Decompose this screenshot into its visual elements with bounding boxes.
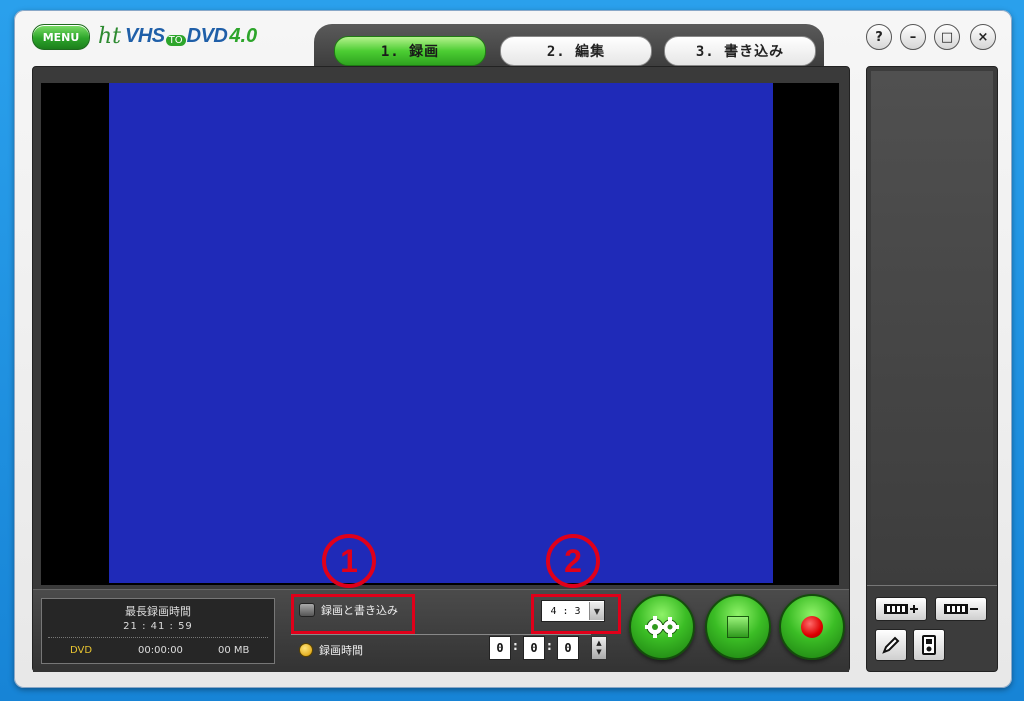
highlight-box-1 bbox=[291, 594, 415, 634]
time-colon: : bbox=[513, 639, 518, 653]
time-seconds-input[interactable]: 0 bbox=[557, 636, 579, 660]
app-logo: ht VHS TO DVD 4.0 bbox=[98, 22, 257, 50]
max-record-time-value: 21 : 41 : 59 bbox=[123, 621, 193, 632]
stop-button[interactable] bbox=[705, 594, 771, 660]
pencil-icon bbox=[882, 636, 900, 654]
time-minutes-input[interactable]: 0 bbox=[523, 636, 545, 660]
edit-button[interactable] bbox=[875, 629, 907, 661]
logo-vhs: VHS bbox=[125, 24, 165, 47]
disc-type: DVD bbox=[70, 645, 93, 656]
film-plus-icon bbox=[884, 604, 918, 614]
clip-side-panel bbox=[866, 66, 998, 672]
radio-icon bbox=[299, 643, 313, 657]
arrow-down-icon[interactable]: ▼ bbox=[596, 648, 601, 657]
video-preview bbox=[41, 83, 839, 585]
stop-icon bbox=[727, 616, 749, 638]
tab-edit[interactable]: 2. 編集 bbox=[500, 36, 652, 66]
gear-icon bbox=[645, 616, 679, 638]
annotation-marker-2: 2 bbox=[546, 534, 600, 588]
device-icon bbox=[922, 635, 936, 655]
minimize-button[interactable]: – bbox=[900, 24, 926, 50]
recording-info-box: 最長録画時間 21 : 41 : 59 DVD 00:00:00 00 MB bbox=[41, 598, 275, 664]
settings-button[interactable] bbox=[629, 594, 695, 660]
main-panel: 最長録画時間 21 : 41 : 59 DVD 00:00:00 00 MB 録… bbox=[32, 66, 850, 672]
close-button[interactable]: × bbox=[970, 24, 996, 50]
maximize-button[interactable]: □ bbox=[934, 24, 960, 50]
logo-ht: ht bbox=[98, 23, 122, 49]
record-controls-bar: 最長録画時間 21 : 41 : 59 DVD 00:00:00 00 MB 録… bbox=[33, 589, 849, 672]
recorded-duration: 00:00:00 bbox=[138, 645, 183, 656]
record-time-label: 録画時間 bbox=[319, 644, 363, 657]
logo-version: 4.0 bbox=[229, 24, 258, 47]
recorded-size: 00 MB bbox=[218, 645, 250, 656]
logo-dvd: DVD bbox=[186, 24, 228, 47]
tab-record[interactable]: 1. 録画 bbox=[334, 36, 486, 66]
device-button[interactable] bbox=[913, 629, 945, 661]
add-clip-button[interactable] bbox=[875, 597, 927, 621]
time-colon: : bbox=[547, 639, 552, 653]
record-icon bbox=[801, 616, 823, 638]
logo-to: TO bbox=[165, 34, 186, 46]
side-divider bbox=[867, 585, 997, 586]
time-spinner[interactable]: ▲ ▼ bbox=[591, 636, 607, 660]
record-time-radio[interactable]: 録画時間 bbox=[299, 642, 363, 658]
menu-button[interactable]: MENU bbox=[32, 24, 90, 50]
help-button[interactable]: ? bbox=[866, 24, 892, 50]
film-minus-icon bbox=[944, 604, 978, 614]
arrow-up-icon[interactable]: ▲ bbox=[596, 639, 601, 648]
info-divider bbox=[48, 637, 268, 638]
time-hours-input[interactable]: 0 bbox=[489, 636, 511, 660]
video-signal-area bbox=[109, 83, 773, 583]
remove-clip-button[interactable] bbox=[935, 597, 987, 621]
options-divider bbox=[291, 634, 591, 635]
tab-burn[interactable]: 3. 書き込み bbox=[664, 36, 816, 66]
app-window: MENU ht VHS TO DVD 4.0 1. 録画 2. 編集 3. 書き… bbox=[14, 10, 1012, 688]
tab-bar: 1. 録画 2. 編集 3. 書き込み bbox=[314, 24, 824, 68]
max-record-time-label: 最長録画時間 bbox=[125, 605, 191, 618]
record-button[interactable] bbox=[779, 594, 845, 660]
highlight-box-2 bbox=[531, 594, 621, 634]
annotation-marker-1: 1 bbox=[322, 534, 376, 588]
clip-list[interactable] bbox=[871, 71, 993, 581]
